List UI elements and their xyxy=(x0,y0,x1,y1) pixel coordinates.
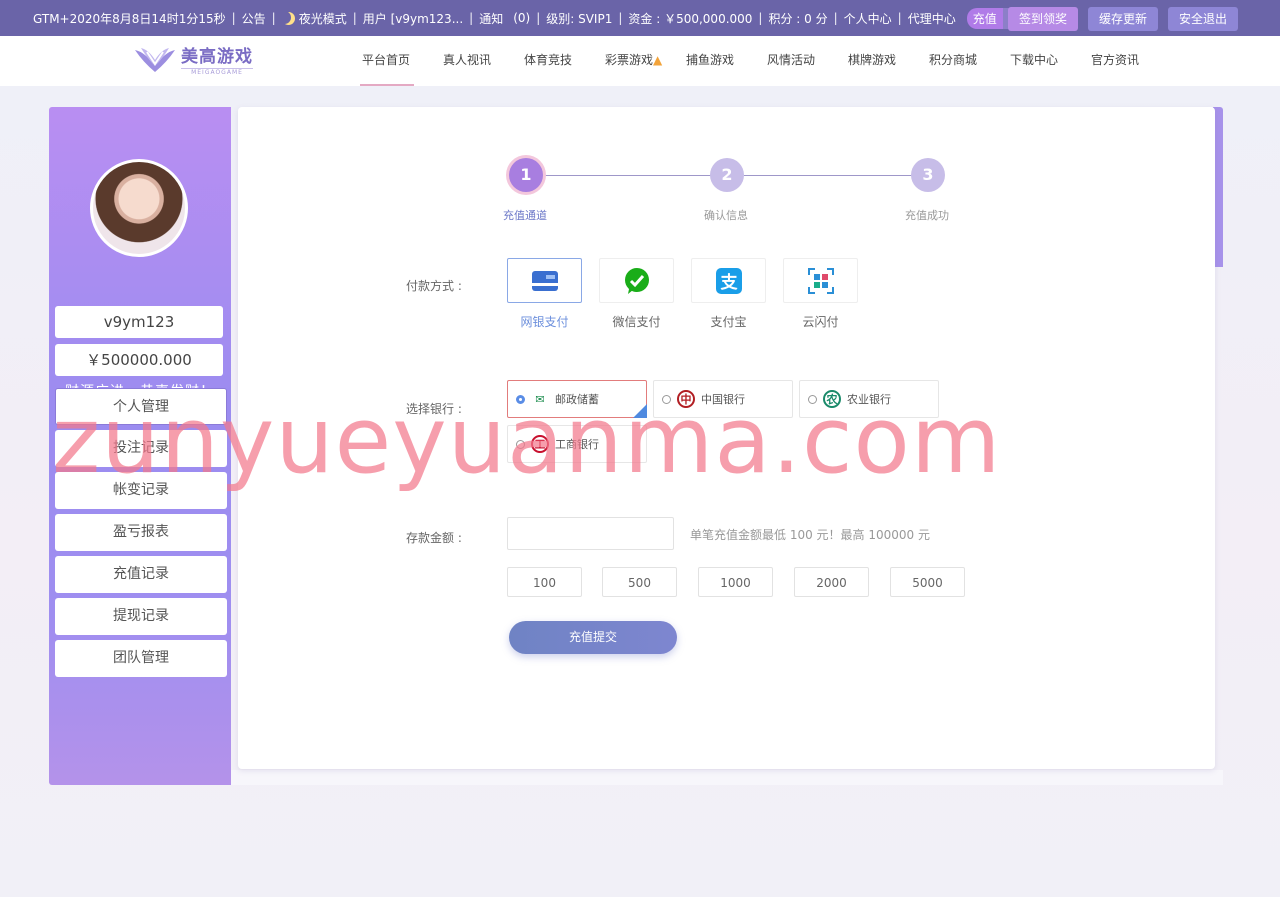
recharge-panel: 1 2 3 充值通道 确认信息 充值成功 付款方式 : 支 网银支付 微信支付 … xyxy=(238,107,1215,769)
sign-in-button[interactable]: 签到领奖 xyxy=(1007,7,1078,31)
side-menu-item-5[interactable]: 提现记录 xyxy=(55,598,227,635)
quick-amount-100[interactable]: 100 xyxy=(507,567,582,597)
wechat-icon xyxy=(624,267,649,294)
logo-name: 美高游戏 xyxy=(181,47,253,67)
alipay-icon: 支 xyxy=(715,267,742,294)
panel-bottom-band xyxy=(231,770,1223,785)
pay-label-wechat: 微信支付 xyxy=(612,315,661,329)
step-2-circle: 2 xyxy=(710,158,744,192)
svg-text:支: 支 xyxy=(720,272,738,293)
notice-link[interactable]: 通知 xyxy=(474,10,508,27)
selected-check-icon xyxy=(633,404,647,418)
logo-wings-icon xyxy=(135,48,175,72)
pay-option-unionpay[interactable] xyxy=(783,258,858,303)
radio-checked xyxy=(516,394,525,404)
step-1-circle: 1 xyxy=(509,158,543,192)
pay-option-alipay[interactable]: 支 xyxy=(691,258,766,303)
nav-item-7[interactable]: 积分商城 xyxy=(927,36,1008,86)
vip-level: 级别: SVIP1 xyxy=(546,11,613,26)
pay-option-bank[interactable] xyxy=(507,258,582,303)
quick-amount-2000[interactable]: 2000 xyxy=(794,567,869,597)
quick-amount-1000[interactable]: 1000 xyxy=(698,567,773,597)
agent-center-link[interactable]: 代理中心 xyxy=(903,10,961,27)
recharge-button[interactable]: 充值 xyxy=(966,7,1003,29)
radio-unchecked xyxy=(662,394,671,404)
nav-item-2[interactable]: 体育竞技 xyxy=(522,36,603,86)
side-menu-item-4[interactable]: 充值记录 xyxy=(55,556,227,593)
logo-subtitle: MEIGAOGAME xyxy=(181,68,253,76)
user-link[interactable]: 用户 [v9ym123... xyxy=(358,10,468,27)
server-time: GTM+2020年8月8日14时1分15秒 xyxy=(33,11,226,26)
postal-bank-icon: ✉ xyxy=(535,392,545,406)
boc-icon: 中 xyxy=(677,390,695,408)
amount-hint: 单笔充值金额最低 100 元！最高 100000 元 xyxy=(690,528,930,542)
side-menu-item-2[interactable]: 帐变记录 xyxy=(55,472,227,509)
nav-item-3[interactable]: 彩票游戏▲ xyxy=(603,36,684,86)
top-actions: 签到领奖 缓存更新 安全退出 xyxy=(1007,7,1238,31)
username-display: v9ym123 xyxy=(55,306,223,338)
bank-option-icbc[interactable]: 工 工商银行 xyxy=(507,425,647,463)
bank-option-boc[interactable]: 中 中国银行 xyxy=(653,380,793,418)
side-menu-item-1[interactable]: 投注记录 xyxy=(55,430,227,467)
pay-label-bank: 网银支付 xyxy=(520,315,569,329)
moon-icon xyxy=(282,12,295,25)
icbc-icon: 工 xyxy=(531,435,549,453)
refresh-cache-button[interactable]: 缓存更新 xyxy=(1087,7,1158,31)
funds-display: 资金 : ￥500,000.000 xyxy=(628,11,753,26)
hot-flame-icon: ▲ xyxy=(653,53,663,67)
main-navbar: 美高游戏 MEIGAOGAME 平台首页 真人视讯 体育竞技 彩票游戏▲ 捕鱼游戏 风情活… xyxy=(0,36,1280,86)
nav-item-9[interactable]: 官方资讯 xyxy=(1089,36,1170,86)
bank-select-label: 选择银行 : xyxy=(406,402,462,416)
nav-item-4[interactable]: 捕鱼游戏 xyxy=(684,36,765,86)
pay-option-wechat[interactable] xyxy=(599,258,674,303)
radio-unchecked xyxy=(808,394,817,404)
points-display: 积分 : 0 分 xyxy=(768,11,828,26)
quick-amount-5000[interactable]: 5000 xyxy=(890,567,965,597)
bank-option-postal[interactable]: ✉ 邮政储蓄 xyxy=(507,380,647,418)
top-bar: GTM+2020年8月8日14时1分15秒 | 公告 | 夜光模式 | 用户 [… xyxy=(0,0,1280,36)
unionpay-qr-icon xyxy=(807,267,834,294)
avatar xyxy=(90,159,188,257)
side-menu-item-3[interactable]: 盈亏报表 xyxy=(55,514,227,551)
notice-count: (0) xyxy=(513,11,531,25)
amount-label: 存款金额 : xyxy=(406,531,462,545)
pay-method-label: 付款方式 : xyxy=(406,279,462,293)
step-2-label: 确认信息 xyxy=(704,209,748,222)
step-connector xyxy=(744,175,914,176)
step-1-label: 充值通道 xyxy=(503,209,547,222)
logout-button[interactable]: 安全退出 xyxy=(1167,7,1238,31)
quick-amount-500[interactable]: 500 xyxy=(602,567,677,597)
bank-option-abc[interactable]: 农 农业银行 xyxy=(799,380,939,418)
nav-item-1[interactable]: 真人视讯 xyxy=(441,36,522,86)
abc-icon: 农 xyxy=(823,390,841,408)
pay-label-unionpay: 云闪付 xyxy=(802,315,839,329)
amount-input[interactable] xyxy=(507,517,674,550)
step-3-circle: 3 xyxy=(911,158,945,192)
nav-item-5[interactable]: 风情活动 xyxy=(765,36,846,86)
nav-item-6[interactable]: 棋牌游戏 xyxy=(846,36,927,86)
night-mode-toggle[interactable]: 夜光模式 xyxy=(277,10,352,27)
nav-item-0[interactable]: 平台首页 xyxy=(360,36,441,86)
announcement-link[interactable]: 公告 xyxy=(237,10,271,27)
pay-label-alipay: 支付宝 xyxy=(710,315,747,329)
balance-display: ￥500000.000 xyxy=(55,344,223,376)
user-sidebar: 财源广进，恭喜发财！ v9ym123 ￥500000.000 个人管理投注记录帐… xyxy=(49,107,231,785)
submit-recharge-button[interactable]: 充值提交 xyxy=(509,621,677,654)
side-menu-item-6[interactable]: 团队管理 xyxy=(55,640,227,677)
step-3-label: 充值成功 xyxy=(905,209,949,222)
side-menu-item-0[interactable]: 个人管理 xyxy=(55,388,227,425)
bank-card-icon xyxy=(531,270,558,291)
nav-item-8[interactable]: 下载中心 xyxy=(1008,36,1089,86)
radio-unchecked xyxy=(516,439,525,449)
site-logo[interactable]: 美高游戏 MEIGAOGAME xyxy=(133,42,253,76)
nav-menu: 平台首页 真人视讯 体育竞技 彩票游戏▲ 捕鱼游戏 风情活动 棋牌游戏 积分商城 下载中心 官方资… xyxy=(360,36,1170,86)
step-connector xyxy=(543,175,713,176)
personal-center-link[interactable]: 个人中心 xyxy=(839,10,897,27)
